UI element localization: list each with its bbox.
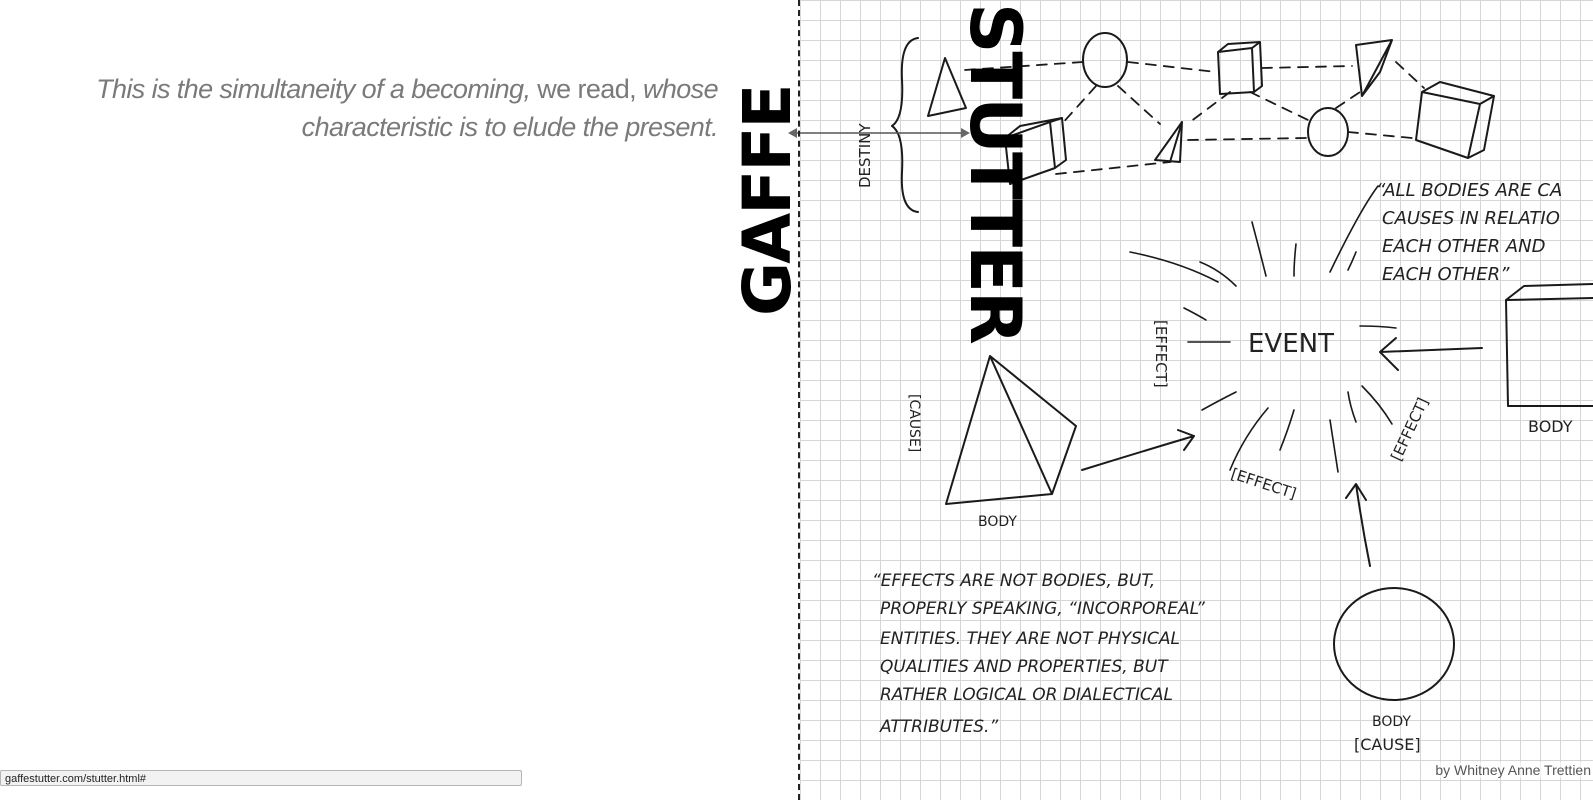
quote-bottom-line-3: ENTITIES. THEY ARE NOT PHYSICAL [880, 629, 1180, 649]
small-pyramid-3 [1355, 39, 1393, 97]
quote-top-line-3: EACH OTHER AND [1382, 236, 1545, 257]
effect-label-3: [EFFECT] [1229, 465, 1299, 503]
author-credit[interactable]: by Whitney Anne Trettien [1433, 762, 1593, 778]
quote-bottom-line-1: “EFFECTS ARE NOT BODIES, BUT, [872, 571, 1155, 591]
body-label-left: BODY [978, 514, 1017, 530]
circle-2 [1307, 107, 1349, 157]
quote-bottom: “EFFECTS ARE NOT BODIES, BUT, PROPERLY S… [872, 571, 1205, 737]
body-circle [1333, 587, 1455, 701]
quote-part-2: we read, [530, 74, 643, 104]
small-pyramid-2 [1154, 121, 1183, 163]
status-url: gaffestutter.com/stutter.html# [5, 773, 147, 785]
quote-bottom-line-5: RATHER LOGICAL OR DIALECTICAL [880, 685, 1173, 705]
arrow-to-event [1081, 429, 1195, 471]
cube-3 [1415, 81, 1495, 159]
quote-bottom-line-2: PROPERLY SPEAKING, “INCORPOREAL” [880, 599, 1205, 619]
body-pyramid [945, 355, 1077, 505]
link-arrow [788, 128, 970, 138]
sketch-image: DESTINY EVENT [EFFECT] [EFFECT] [EFFECT]… [800, 0, 1593, 800]
destiny-brace [891, 37, 919, 213]
gaffe-title[interactable]: GAFFE [729, 85, 806, 316]
stutter-title[interactable]: STUTTER [954, 3, 1036, 343]
body-cube-right [1505, 283, 1593, 407]
event-label: EVENT [1248, 329, 1334, 359]
quote-bottom-line-4: QUALITIES AND PROPERTIES, BUT [880, 657, 1169, 677]
quote-top-line-2: CAUSES IN RELATIO [1382, 208, 1560, 229]
quote-part-1: This is the simultaneity of a becoming, [96, 74, 531, 104]
arrow-from-right [1379, 337, 1483, 371]
cause-label-left: [CAUSE] [906, 394, 922, 452]
circle-1 [1082, 32, 1128, 88]
arrow-from-bottom [1345, 483, 1371, 567]
body-label-bottom: BODY [1372, 714, 1411, 730]
quote-top-line-4: EACH OTHER” [1382, 264, 1510, 285]
sketch-drawing: DESTINY EVENT [EFFECT] [EFFECT] [EFFECT]… [856, 32, 1593, 754]
cube-2 [1217, 41, 1263, 95]
body-label-right: BODY [1528, 417, 1573, 436]
quote-top-line-1: “ALL BODIES ARE CA [1376, 180, 1562, 201]
quote-top-right: “ALL BODIES ARE CA CAUSES IN RELATIO EAC… [1376, 180, 1562, 285]
cause-label-bottom: [CAUSE] [1354, 735, 1421, 754]
quote-bottom-line-6: ATTRIBUTES.” [879, 717, 998, 737]
left-pane: This is the simultaneity of a becoming, … [0, 0, 800, 800]
effect-label-1: [EFFECT] [1152, 320, 1170, 388]
effect-label-2: [EFFECT] [1387, 395, 1432, 464]
page: This is the simultaneity of a becoming, … [0, 0, 1593, 800]
browser-status-bar: gaffestutter.com/stutter.html# [0, 770, 522, 786]
quote-text: This is the simultaneity of a becoming, … [18, 70, 719, 146]
